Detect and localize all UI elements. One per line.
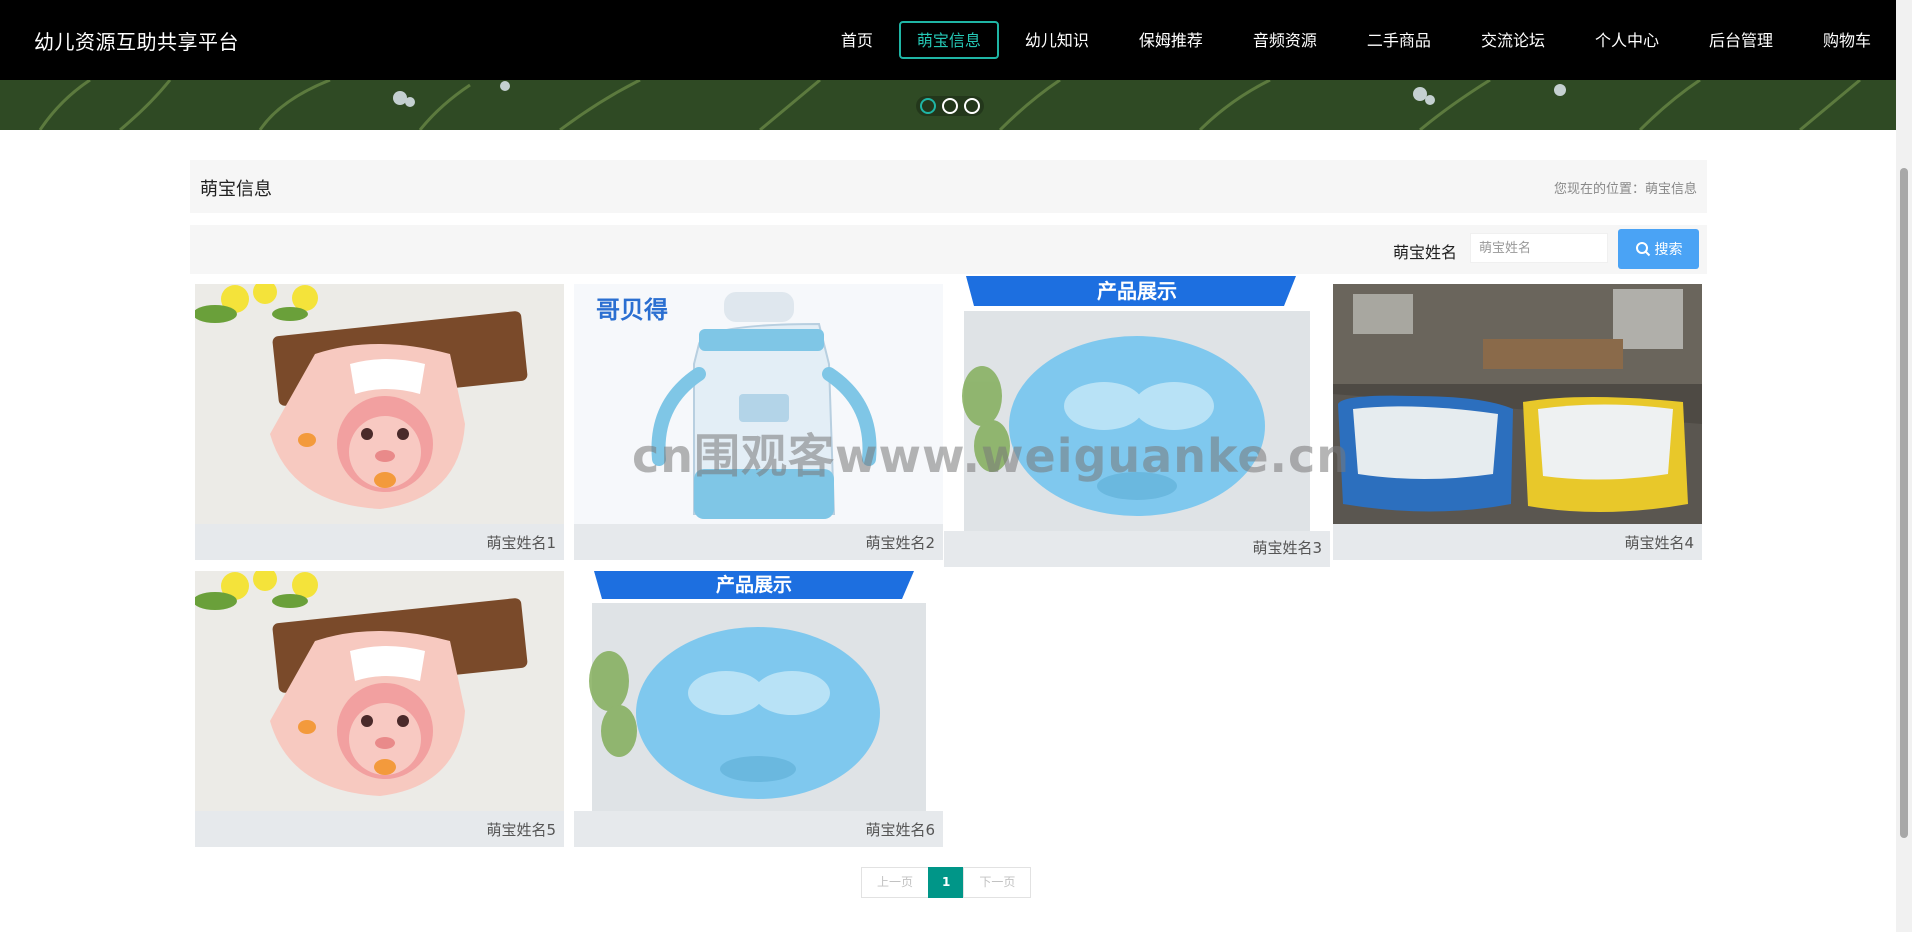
- card-image[interactable]: [195, 571, 564, 811]
- card-image[interactable]: 产品展示: [944, 276, 1330, 531]
- card-caption[interactable]: 萌宝姓名5: [486, 819, 556, 840]
- page-scrollbar[interactable]: [1896, 0, 1912, 932]
- nav-item-child-knowledge[interactable]: 幼儿知识: [1001, 21, 1113, 59]
- nav-item-second-hand[interactable]: 二手商品: [1343, 21, 1455, 59]
- card-caption[interactable]: 萌宝姓名6: [865, 819, 935, 840]
- search-button[interactable]: 搜索: [1618, 229, 1699, 269]
- card-image[interactable]: [195, 284, 564, 524]
- carousel-dot-1[interactable]: [920, 98, 936, 114]
- baby-card[interactable]: 产品展示 萌宝姓名6: [574, 571, 943, 847]
- next-page-button[interactable]: 下一页: [963, 867, 1032, 898]
- search-label: 萌宝姓名: [1393, 243, 1458, 262]
- card-caption[interactable]: 萌宝姓名1: [486, 532, 556, 553]
- nav-item-baby-info[interactable]: 萌宝信息: [898, 21, 999, 59]
- card-caption[interactable]: 萌宝姓名4: [1624, 532, 1694, 553]
- prev-page-button[interactable]: 上一页: [861, 867, 930, 898]
- site-title[interactable]: 幼儿资源互助共享平台: [34, 26, 239, 55]
- search-bar: 萌宝姓名 搜索: [190, 225, 1707, 274]
- bottle-brand-logo: 哥贝得: [596, 296, 668, 324]
- nav-item-audio[interactable]: 音频资源: [1229, 21, 1341, 59]
- carousel-dot-2[interactable]: [942, 98, 958, 114]
- carousel-indicators: [916, 96, 984, 116]
- search-icon: [1635, 242, 1650, 257]
- card-caption[interactable]: 萌宝姓名2: [865, 532, 935, 553]
- baby-card[interactable]: 萌宝姓名5: [195, 571, 564, 847]
- baby-card[interactable]: 萌宝姓名1: [195, 284, 564, 560]
- scrollbar-thumb[interactable]: [1900, 168, 1908, 838]
- search-input[interactable]: [1470, 233, 1608, 263]
- watermark: cn围观客www.weiguanke.cn: [632, 429, 1351, 483]
- card-image[interactable]: [1333, 284, 1702, 524]
- breadcrumb-bar: 萌宝信息 您现在的位置：萌宝信息: [190, 160, 1707, 213]
- main-nav: 首页 萌宝信息 幼儿知识 保姆推荐 音频资源 二手商品 交流论坛 个人中心 后台…: [816, 20, 1896, 60]
- top-navbar: 幼儿资源互助共享平台 首页 萌宝信息 幼儿知识 保姆推荐 音频资源 二手商品 交…: [0, 0, 1896, 80]
- nav-item-forum[interactable]: 交流论坛: [1457, 21, 1569, 59]
- search-button-label: 搜索: [1654, 241, 1683, 257]
- page-title: 萌宝信息: [200, 179, 272, 200]
- carousel-dot-3[interactable]: [964, 98, 980, 114]
- product-banner-text: 产品展示: [1097, 279, 1177, 303]
- baby-card[interactable]: 萌宝姓名4: [1333, 284, 1702, 560]
- card-image[interactable]: 产品展示: [574, 571, 943, 811]
- breadcrumb: 您现在的位置：萌宝信息: [1553, 182, 1697, 197]
- pagination: 上一页 1 下一页: [861, 867, 1032, 898]
- nav-item-admin[interactable]: 后台管理: [1685, 21, 1797, 59]
- nav-item-profile[interactable]: 个人中心: [1571, 21, 1683, 59]
- page-number-current[interactable]: 1: [928, 867, 965, 898]
- product-banner-text: 产品展示: [716, 573, 792, 596]
- card-image[interactable]: 哥贝得: [574, 284, 943, 524]
- nav-item-cart[interactable]: 购物车: [1799, 21, 1895, 59]
- card-caption[interactable]: 萌宝姓名3: [1252, 537, 1322, 558]
- nav-item-nanny[interactable]: 保姆推荐: [1115, 21, 1227, 59]
- nav-item-home[interactable]: 首页: [817, 21, 897, 59]
- banner-carousel: [0, 80, 1896, 130]
